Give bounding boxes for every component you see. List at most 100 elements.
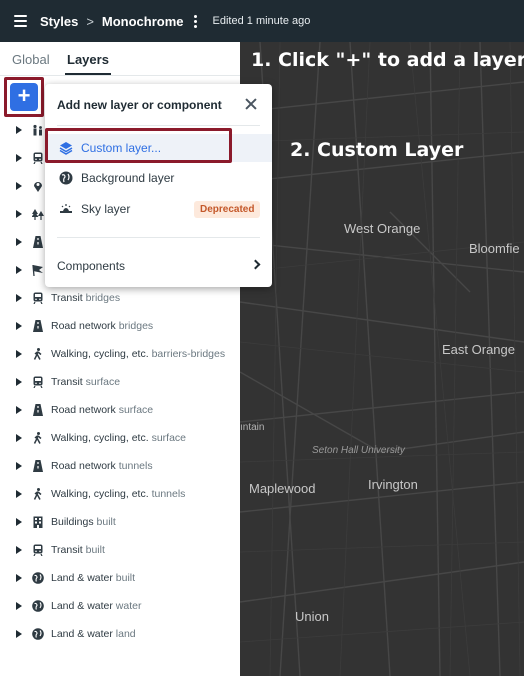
deprecated-badge: Deprecated [194, 201, 261, 218]
expand-caret-icon[interactable] [16, 210, 22, 218]
layer-group-name: Transit [51, 544, 83, 556]
top-bar: Styles > Monochrome Edited 1 minute ago [0, 0, 524, 42]
layer-group-name: Land & water [51, 628, 113, 640]
tab-global[interactable]: Global [12, 52, 50, 67]
chevron-right-icon[interactable] [250, 259, 261, 270]
expand-caret-icon[interactable] [16, 518, 22, 526]
layer-group-name: Land & water [51, 572, 113, 584]
layer-row[interactable]: Land & water built [0, 564, 240, 592]
breadcrumb-separator: > [86, 13, 94, 29]
expand-caret-icon[interactable] [16, 154, 22, 162]
expand-caret-icon[interactable] [16, 462, 22, 470]
layer-group-name: Transit [51, 292, 83, 304]
layer-group-suffix: surface [85, 376, 121, 388]
expand-caret-icon[interactable] [16, 546, 22, 554]
layer-row[interactable]: Walking, cycling, etc. tunnels [0, 480, 240, 508]
layer-name: Land & water built [51, 572, 135, 584]
transit-icon [32, 544, 44, 556]
layer-group-suffix: surface [118, 404, 154, 416]
layer-row[interactable]: Walking, cycling, etc. barriers-bridges [0, 340, 240, 368]
layer-group-name: Land & water [51, 600, 113, 612]
sky-layer-option[interactable]: Sky layer Deprecated [45, 195, 272, 223]
layer-row[interactable]: Land & water water [0, 592, 240, 620]
layer-group-name: Road network [51, 460, 116, 472]
layer-name: Buildings built [51, 516, 116, 528]
tab-layers[interactable]: Layers [67, 52, 109, 67]
expand-caret-icon[interactable] [16, 434, 22, 442]
expand-caret-icon[interactable] [16, 294, 22, 302]
expand-caret-icon[interactable] [16, 182, 22, 190]
layer-row[interactable]: Transit bridges [0, 284, 240, 312]
layer-group-suffix: bridges [85, 292, 121, 304]
expand-caret-icon[interactable] [16, 350, 22, 358]
layer-name: Transit bridges [51, 292, 120, 304]
map-label-seton-hall: Seton Hall University [312, 445, 405, 456]
layer-name: Walking, cycling, etc. tunnels [51, 488, 185, 500]
globe-icon [59, 171, 73, 185]
more-options-icon[interactable] [190, 14, 201, 28]
edited-status: Edited 1 minute ago [212, 15, 311, 27]
map-roads [240, 42, 524, 676]
breadcrumb-styles[interactable]: Styles [40, 14, 78, 29]
globe-icon [32, 600, 44, 612]
layer-name: Land & water land [51, 628, 136, 640]
style-name[interactable]: Monochrome [102, 14, 184, 29]
expand-caret-icon[interactable] [16, 126, 22, 134]
layer-name: Walking, cycling, etc. surface [51, 432, 186, 444]
map-canvas[interactable]: West Orange Bloomfie East Orange ıntain … [240, 42, 524, 676]
layer-name: Walking, cycling, etc. barriers-bridges [51, 348, 225, 360]
sky-layer-label: Sky layer [81, 202, 131, 216]
dropdown-divider [57, 125, 260, 126]
layer-group-suffix: tunnels [118, 460, 153, 472]
sidebar-tabs: Global Layers [0, 42, 240, 76]
transit-icon [32, 376, 44, 388]
expand-caret-icon[interactable] [16, 266, 22, 274]
map-label-maplewood: Maplewood [249, 481, 316, 496]
layer-row[interactable]: Road network bridges [0, 312, 240, 340]
layer-group-suffix: built [115, 572, 136, 584]
layer-row[interactable]: Transit built [0, 536, 240, 564]
close-icon[interactable] [244, 97, 258, 111]
expand-caret-icon[interactable] [16, 630, 22, 638]
road-icon [32, 236, 44, 248]
layer-row[interactable]: Land & water land [0, 620, 240, 648]
sky-icon [60, 204, 72, 213]
expand-caret-icon[interactable] [16, 406, 22, 414]
pin-icon [32, 180, 44, 192]
menu-icon[interactable] [0, 0, 40, 42]
add-button-highlight [4, 77, 44, 117]
dropdown-divider-2 [57, 237, 260, 238]
layer-group-suffix: land [115, 628, 136, 640]
background-layer-option[interactable]: Background layer [45, 164, 272, 192]
map-label-irvington: Irvington [368, 477, 418, 492]
layer-row[interactable]: Buildings built [0, 508, 240, 536]
walking-icon [32, 348, 44, 360]
layer-group-name: Transit [51, 376, 83, 388]
layer-group-suffix: built [96, 516, 116, 528]
background-layer-label: Background layer [81, 171, 175, 185]
expand-caret-icon[interactable] [16, 602, 22, 610]
expand-caret-icon[interactable] [16, 238, 22, 246]
flag-icon [32, 264, 44, 276]
add-layer-dropdown: Add new layer or component Custom layer.… [45, 84, 272, 287]
layer-group-suffix: tunnels [151, 488, 186, 500]
layer-row[interactable]: Road network tunnels [0, 452, 240, 480]
layer-group-suffix: bridges [118, 320, 154, 332]
layer-group-name: Walking, cycling, etc. [51, 432, 149, 444]
layer-row[interactable]: Transit surface [0, 368, 240, 396]
map-label-bloomfield: Bloomfie [469, 241, 520, 256]
layer-row[interactable]: Road network surface [0, 396, 240, 424]
annotation-step-1: 1. Click "+" to add a layer [251, 49, 524, 71]
layer-group-suffix: water [115, 600, 142, 612]
components-menu-item[interactable]: Components [57, 259, 125, 273]
walking-icon [32, 432, 44, 444]
road-icon [32, 460, 44, 472]
expand-caret-icon[interactable] [16, 574, 22, 582]
layer-row[interactable]: Walking, cycling, etc. surface [0, 424, 240, 452]
layer-name: Transit built [51, 544, 105, 556]
expand-caret-icon[interactable] [16, 490, 22, 498]
expand-caret-icon[interactable] [16, 322, 22, 330]
layer-name: Land & water water [51, 600, 141, 612]
layer-group-suffix: barriers-bridges [151, 348, 226, 360]
expand-caret-icon[interactable] [16, 378, 22, 386]
